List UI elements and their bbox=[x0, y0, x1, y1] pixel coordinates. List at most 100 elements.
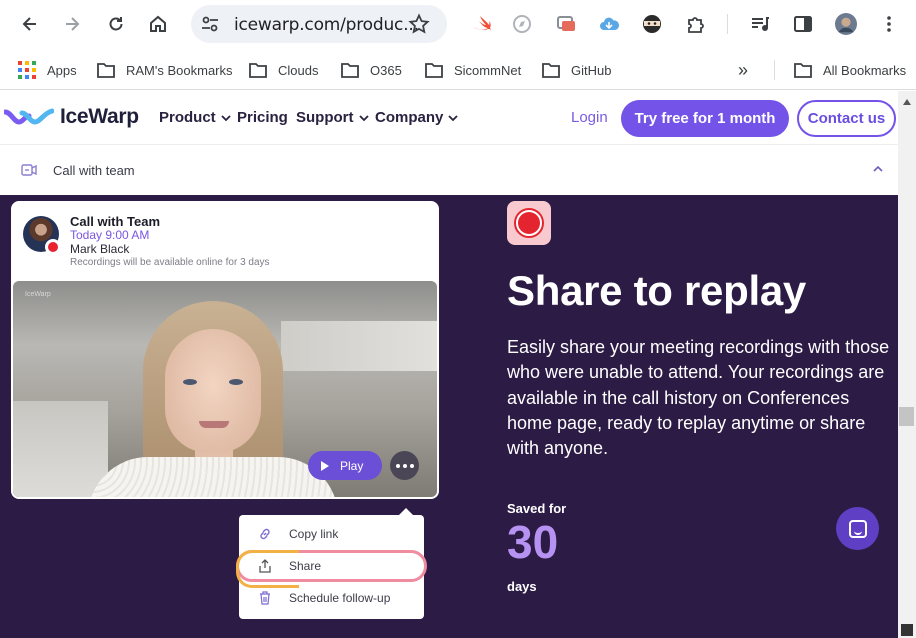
bookmark-folder-clouds[interactable]: Clouds bbox=[248, 59, 318, 81]
recording-options-menu: Copy link Share Schedule follow-up bbox=[236, 508, 427, 619]
nav-label: Support bbox=[296, 109, 354, 126]
share-highlight-ring bbox=[236, 550, 427, 588]
compass-extension-icon[interactable] bbox=[510, 12, 534, 36]
feature-description: Easily share your meeting recordings wit… bbox=[507, 337, 890, 459]
folder-icon bbox=[794, 63, 812, 78]
screenshot-extension-icon[interactable] bbox=[554, 12, 578, 36]
bookmark-apps[interactable]: Apps bbox=[17, 59, 77, 81]
link-icon bbox=[260, 528, 270, 540]
bookmark-folder-sicommnet[interactable]: SicommNet bbox=[424, 59, 521, 81]
back-arrow-icon bbox=[22, 17, 36, 31]
call-host: Mark Black bbox=[70, 242, 130, 256]
accordion-label: Call with team bbox=[53, 163, 135, 178]
kebab-menu-icon[interactable] bbox=[877, 12, 901, 36]
recording-indicator-icon bbox=[45, 239, 61, 255]
toolbar-divider bbox=[727, 14, 728, 34]
bookmark-label: Clouds bbox=[278, 62, 319, 78]
bookmark-label: Apps bbox=[47, 62, 77, 78]
retention-count: 30 bbox=[507, 516, 559, 568]
menu-item-label: Schedule follow-up bbox=[289, 591, 391, 605]
feature-accordion-header[interactable]: Call with team bbox=[0, 146, 898, 195]
contact-us-button[interactable]: Contact us bbox=[797, 100, 896, 137]
forward-arrow-icon bbox=[66, 17, 80, 31]
browser-toolbar: icewarp.com/produc... bbox=[0, 0, 916, 50]
menu-item-label: Copy link bbox=[289, 527, 339, 541]
bookmark-folder-github[interactable]: GitHub bbox=[541, 59, 611, 81]
recording-video-thumbnail[interactable]: IceWarp Play bbox=[13, 281, 437, 497]
icewarp-logo[interactable]: IceWarp bbox=[4, 105, 139, 129]
bookmark-label: SicommNet bbox=[454, 62, 522, 78]
reload-button[interactable] bbox=[100, 8, 132, 40]
call-time: Today 9:00 AM bbox=[70, 228, 150, 242]
nav-label: Product bbox=[159, 109, 216, 126]
nav-support[interactable]: Support bbox=[296, 109, 369, 126]
page-viewport: IceWarp Product Pricing Support Company … bbox=[0, 91, 898, 638]
play-icon bbox=[321, 460, 329, 471]
login-link[interactable]: Login bbox=[571, 109, 608, 126]
bookmark-label: GitHub bbox=[571, 62, 612, 78]
extensions-puzzle-icon[interactable] bbox=[684, 12, 708, 36]
swift-extension-icon[interactable] bbox=[469, 12, 493, 36]
site-info-icon[interactable] bbox=[200, 14, 220, 34]
back-button[interactable] bbox=[14, 8, 46, 40]
home-button[interactable] bbox=[142, 8, 174, 40]
bookmark-folder-all[interactable]: All Bookmarks bbox=[793, 59, 906, 81]
video-call-icon bbox=[21, 164, 37, 176]
bookmark-folder-rams[interactable]: RAM's Bookmarks bbox=[96, 59, 233, 81]
chevron-up-icon[interactable] bbox=[872, 164, 884, 174]
vertical-scrollbar[interactable] bbox=[898, 91, 916, 638]
chevron-down-icon bbox=[448, 114, 458, 121]
media-controls-icon[interactable] bbox=[748, 12, 772, 36]
nav-product[interactable]: Product bbox=[159, 109, 231, 126]
bookmarks-overflow-button[interactable]: » bbox=[738, 59, 748, 81]
chat-support-button[interactable] bbox=[836, 507, 879, 550]
home-icon bbox=[150, 15, 166, 32]
cloud-sync-extension-icon[interactable] bbox=[597, 12, 621, 36]
page-title: Share to replay bbox=[507, 267, 806, 314]
scroll-down-arrow-icon[interactable] bbox=[901, 624, 913, 636]
menu-item-copy-link[interactable]: Copy link bbox=[239, 518, 424, 550]
brand-name: IceWarp bbox=[60, 105, 139, 128]
overflow-chevron-icon: » bbox=[738, 59, 749, 80]
ninja-extension-icon[interactable] bbox=[640, 12, 664, 36]
bookmark-label: RAM's Bookmarks bbox=[126, 62, 233, 78]
menu-item-schedule-follow-up[interactable]: Schedule follow-up bbox=[239, 582, 424, 614]
trash-icon bbox=[260, 591, 270, 605]
call-title: Call with Team bbox=[70, 214, 161, 229]
nav-label: Pricing bbox=[237, 109, 288, 126]
saved-for-label: Saved for bbox=[507, 501, 567, 516]
address-bar[interactable]: icewarp.com/produc... bbox=[191, 5, 447, 43]
recording-availability-note: Recordings will be available online for … bbox=[70, 257, 270, 268]
reload-icon bbox=[109, 17, 123, 31]
bookmarks-divider bbox=[774, 60, 775, 80]
profile-avatar[interactable] bbox=[834, 12, 858, 36]
nav-company[interactable]: Company bbox=[375, 109, 458, 126]
nav-label: Company bbox=[375, 109, 444, 126]
play-button[interactable]: Play bbox=[308, 451, 382, 480]
chevron-down-icon bbox=[221, 114, 231, 121]
folder-icon bbox=[249, 63, 267, 78]
folder-icon bbox=[425, 63, 443, 78]
bookmark-star-icon[interactable] bbox=[408, 13, 430, 35]
bookmark-label: O365 bbox=[370, 62, 402, 78]
forward-button[interactable] bbox=[56, 8, 88, 40]
nav-pricing[interactable]: Pricing bbox=[237, 109, 288, 126]
icewarp-logo-icon bbox=[4, 108, 54, 125]
side-panel-icon[interactable] bbox=[791, 12, 815, 36]
scroll-up-arrow-icon[interactable] bbox=[903, 99, 911, 105]
recording-card: Call with Team Today 9:00 AM Mark Black … bbox=[11, 201, 439, 499]
scrollbar-thumb[interactable] bbox=[899, 407, 914, 426]
video-watermark: IceWarp bbox=[25, 291, 51, 298]
share-to-replay-section: Call with Team Today 9:00 AM Mark Black … bbox=[0, 195, 898, 638]
more-options-button[interactable] bbox=[390, 451, 419, 480]
bookmarks-bar: Apps RAM's Bookmarks Clouds O365 SicommN… bbox=[0, 50, 916, 90]
retention-unit: days bbox=[507, 579, 537, 594]
bookmark-label: All Bookmarks bbox=[823, 62, 907, 78]
bookmark-folder-o365[interactable]: O365 bbox=[340, 59, 402, 81]
chat-bubble-icon bbox=[848, 519, 867, 538]
try-free-button[interactable]: Try free for 1 month bbox=[621, 100, 789, 137]
play-label: Play bbox=[340, 458, 364, 473]
folder-icon bbox=[341, 63, 359, 78]
url-text[interactable]: icewarp.com/produc... bbox=[234, 15, 419, 35]
folder-icon bbox=[97, 63, 115, 78]
